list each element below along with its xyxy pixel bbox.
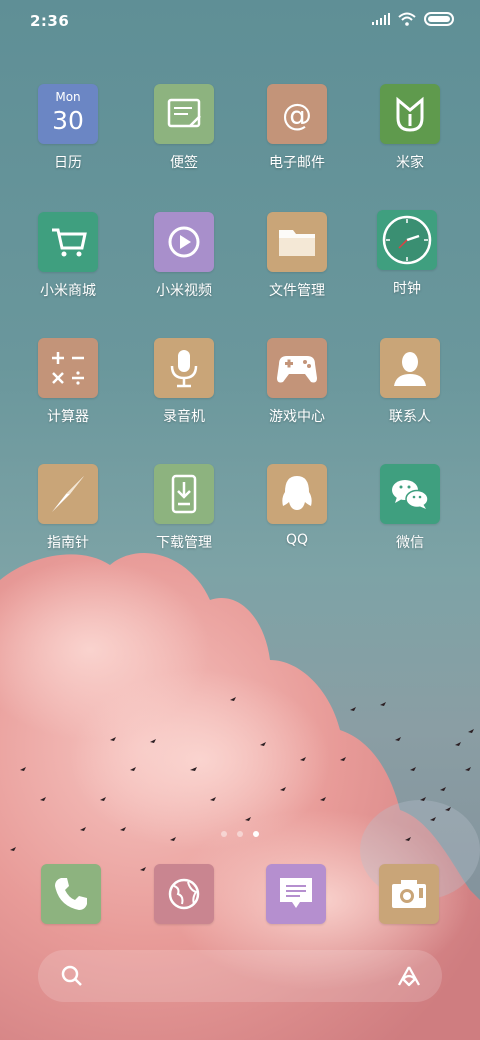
app-label: QQ — [285, 532, 309, 548]
app-file-manager[interactable]: 文件管理 — [242, 212, 352, 300]
app-notes[interactable]: 便签 — [129, 84, 239, 172]
app-wechat[interactable]: 微信 — [355, 464, 465, 552]
email-icon: @ — [267, 84, 327, 144]
app-label: 日历 — [54, 155, 82, 171]
search-icon[interactable] — [60, 964, 84, 988]
app-label: 录音机 — [163, 409, 205, 425]
app-mijia[interactable]: 米家 — [355, 84, 465, 172]
camera-icon — [392, 880, 426, 908]
app-email[interactable]: @ 电子邮件 — [242, 84, 352, 172]
app-label: 小米商城 — [40, 283, 96, 299]
app-label: 微信 — [396, 535, 424, 551]
dock-camera[interactable] — [379, 864, 439, 924]
search-bar[interactable] — [38, 950, 442, 1002]
app-label: 便签 — [170, 155, 198, 171]
page-dot[interactable] — [221, 831, 227, 837]
app-label: 计算器 — [47, 409, 89, 425]
contact-person-icon — [380, 338, 440, 398]
dock-messages[interactable] — [266, 864, 326, 924]
calendar-date: 30 — [52, 106, 84, 135]
microphone-icon — [154, 338, 214, 398]
page-dot-active[interactable] — [253, 831, 259, 837]
page-dot[interactable] — [237, 831, 243, 837]
calculator-icon — [38, 338, 98, 398]
status-bar: 2:36 — [0, 0, 480, 40]
app-downloads[interactable]: 下载管理 — [129, 464, 239, 552]
app-recorder[interactable]: 录音机 — [129, 338, 239, 426]
app-calendar[interactable]: Mon 30 日历 — [13, 84, 123, 172]
page-indicator — [0, 831, 480, 837]
notes-icon — [154, 84, 214, 144]
phone-icon — [55, 878, 87, 910]
app-contacts[interactable]: 联系人 — [355, 338, 465, 426]
app-calculator[interactable]: 计算器 — [13, 338, 123, 426]
dock-browser[interactable] — [154, 864, 214, 924]
calendar-icon: Mon 30 — [38, 84, 98, 144]
status-time: 2:36 — [30, 12, 70, 30]
qq-penguin-icon — [267, 464, 327, 524]
calendar-day: Mon — [55, 90, 81, 104]
app-label: 电子邮件 — [269, 155, 325, 171]
app-qq[interactable]: QQ — [242, 464, 352, 548]
app-mi-store[interactable]: 小米商城 — [13, 212, 123, 300]
video-play-icon — [154, 212, 214, 272]
app-label: 游戏中心 — [269, 409, 325, 425]
app-compass[interactable]: 指南针 — [13, 464, 123, 552]
app-label: 文件管理 — [269, 283, 325, 299]
browser-globe-icon — [168, 878, 200, 910]
folder-icon — [267, 212, 327, 272]
battery-icon — [424, 12, 454, 26]
app-clock[interactable]: 时钟 — [352, 210, 462, 298]
app-label: 时钟 — [393, 281, 421, 297]
gamepad-icon — [267, 338, 327, 398]
app-label: 联系人 — [389, 409, 431, 425]
messages-icon — [280, 878, 312, 908]
app-label: 指南针 — [47, 535, 89, 551]
app-label: 下载管理 — [156, 535, 212, 551]
app-label: 小米视频 — [156, 283, 212, 299]
download-icon — [154, 464, 214, 524]
compass-icon — [38, 464, 98, 524]
wifi-icon — [398, 12, 416, 26]
app-game-center[interactable]: 游戏中心 — [242, 338, 352, 426]
clock-icon — [377, 210, 437, 270]
cart-icon — [38, 212, 98, 272]
svg-text:@: @ — [282, 98, 312, 133]
status-icons — [372, 12, 454, 26]
mijia-icon — [380, 84, 440, 144]
dock-phone[interactable] — [41, 864, 101, 924]
assistant-icon[interactable] — [396, 964, 422, 988]
app-label: 米家 — [396, 155, 424, 171]
signal-icon — [372, 13, 390, 25]
wechat-icon — [380, 464, 440, 524]
app-mi-video[interactable]: 小米视频 — [129, 212, 239, 300]
